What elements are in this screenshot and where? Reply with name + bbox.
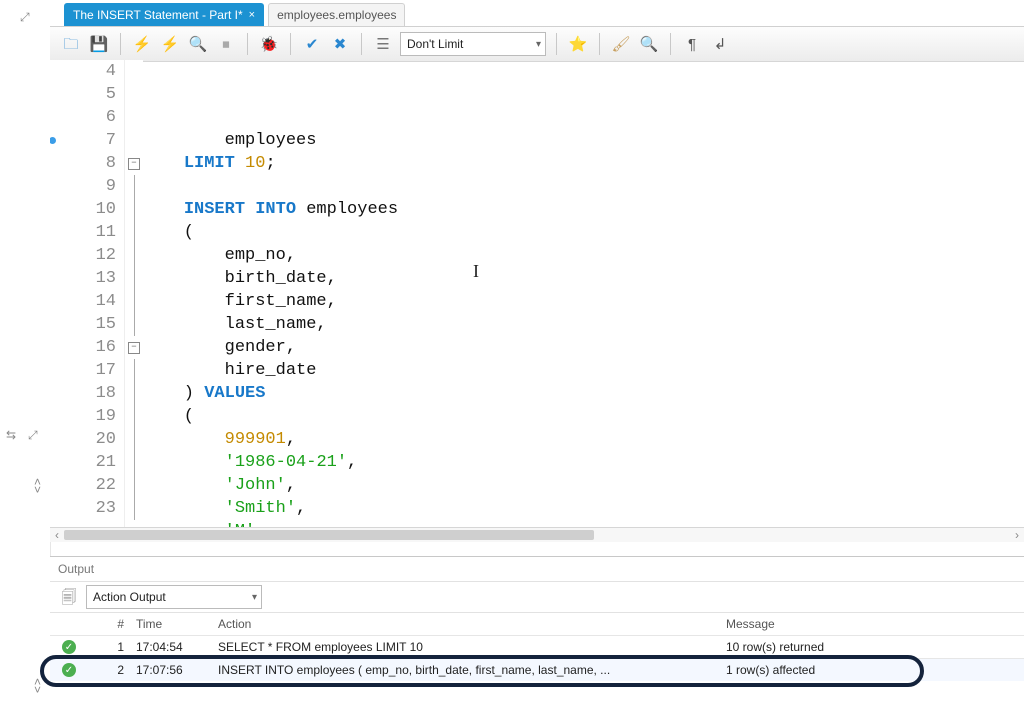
favorites-button[interactable]: ⭐ (567, 33, 589, 55)
fold-toggle-icon[interactable]: − (128, 342, 140, 354)
row-index: 1 (88, 640, 130, 654)
swap-panels-icon[interactable]: ⇆ (6, 428, 16, 442)
execute-button[interactable]: ⚡ (131, 33, 153, 55)
rollback-button[interactable]: ✖ (329, 33, 351, 55)
col-time: Time (130, 617, 212, 631)
row-time: 17:04:54 (130, 640, 212, 654)
output-panel-title: Output (50, 557, 1024, 582)
main-area: The INSERT Statement - Part I* × employees… (50, 0, 1024, 717)
col-index: # (88, 617, 130, 631)
show-whitespace-button[interactable]: ¶ (681, 33, 703, 55)
limit-rows-label: Don't Limit (407, 37, 463, 51)
wrap-lines-button[interactable]: ↲ (709, 33, 731, 55)
expand-sidebar-icon[interactable]: ⤢ (20, 10, 30, 25)
output-mode-label: Action Output (93, 590, 166, 604)
execute-step-button[interactable]: ⚡ (159, 33, 181, 55)
fold-toggle-icon[interactable]: − (128, 158, 140, 170)
save-file-button[interactable]: 💾 (88, 33, 110, 55)
limit-rows-select[interactable]: Don't Limit (400, 32, 546, 56)
editor-tab[interactable]: employees.employees (268, 3, 405, 26)
beautify-button[interactable]: 🖌 (610, 33, 632, 55)
scroll-right-icon[interactable]: › (1010, 528, 1024, 542)
col-action: Action (212, 617, 720, 631)
tab-label: employees.employees (277, 8, 396, 22)
tab-strip: The INSERT Statement - Part I* × employees… (50, 0, 1024, 27)
output-panel: Output 🗐 Action Output # Time Action Mes… (50, 556, 1024, 717)
editor-tab[interactable]: The INSERT Statement - Part I* × (64, 3, 264, 26)
output-mode-select[interactable]: Action Output (86, 585, 262, 609)
status-ok-icon: ✓ (62, 640, 76, 654)
editor-horizontal-scrollbar[interactable]: ‹ › (50, 527, 1024, 542)
explain-button[interactable]: 🔍 (187, 33, 209, 55)
row-index: 2 (88, 663, 130, 677)
output-clear-button[interactable]: 🗐 (58, 586, 80, 608)
editor-toolbar: 🗀 💾 ⚡ ⚡ 🔍 ⏹ 🐞 ✔ ✖ ☰ Don't Limit ⭐ 🖌 🔍 ¶ … (50, 27, 1024, 62)
tab-label: The INSERT Statement - Part I* (73, 8, 243, 22)
status-ok-icon: ✓ (62, 663, 76, 677)
row-message: 10 row(s) returned (720, 640, 932, 654)
scroll-left-icon[interactable]: ‹ (50, 528, 64, 542)
restore-panel-icon[interactable]: ⤢ (28, 428, 38, 443)
col-message: Message (720, 617, 932, 631)
toggle-autocommit-button[interactable]: 🐞 (258, 33, 280, 55)
text-cursor-icon: I (473, 260, 479, 283)
output-row[interactable]: ✓ 217:07:56INSERT INTO employees ( emp_no… (50, 659, 1024, 681)
scroll-updown-icon[interactable]: ˄˅ (34, 678, 41, 694)
sql-editor[interactable]: 4567891011121314151617181920212223 −− I … (50, 60, 1024, 542)
find-button[interactable]: 🔍 (638, 33, 660, 55)
output-row[interactable]: ✓ 117:04:54SELECT * FROM employees LIMIT … (50, 636, 1024, 658)
row-time: 17:07:56 (130, 663, 212, 677)
list-button[interactable]: ☰ (372, 33, 394, 55)
row-action: SELECT * FROM employees LIMIT 10 (212, 640, 720, 654)
row-action: INSERT INTO employees ( emp_no, birth_da… (212, 663, 720, 677)
commit-button[interactable]: ✔ (301, 33, 323, 55)
open-file-button[interactable]: 🗀 (60, 33, 82, 55)
output-grid: # Time Action Message ✓ 117:04:54SELECT *… (50, 613, 1024, 681)
scroll-updown-icon[interactable]: ˄˅ (34, 478, 41, 494)
row-message: 1 row(s) affected (720, 663, 932, 677)
left-sidebar: ⤢ ⇆ ⤢ ˄˅ ˄˅ (0, 0, 51, 717)
stop-button[interactable]: ⏹ (215, 33, 237, 55)
close-tab-icon[interactable]: × (249, 9, 255, 21)
